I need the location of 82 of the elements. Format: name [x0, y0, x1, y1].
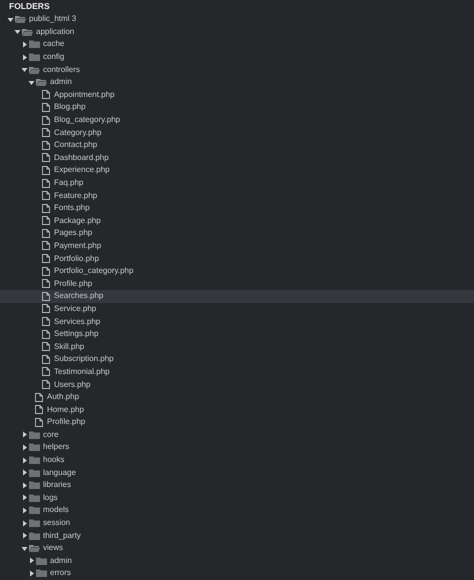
- sidebar-title: FOLDERS: [8, 0, 50, 12]
- folder-name: third_party: [43, 530, 81, 541]
- file-name: Dashboard.php: [54, 152, 109, 163]
- file-name: Appointment.php: [54, 90, 114, 100]
- folder-name: cache: [43, 39, 64, 50]
- file-name: Portfolio.php: [54, 254, 99, 264]
- file-icon: [35, 418, 43, 427]
- file-name: Contact.php: [54, 140, 98, 150]
- file-name: Profile.php: [54, 278, 92, 289]
- file-name: Category.php: [54, 128, 102, 138]
- file-name: Payment.php: [54, 240, 102, 251]
- file-icon: [42, 166, 50, 175]
- file-name: Service.php: [54, 304, 96, 314]
- tree-row[interactable]: Service.php: [0, 302, 474, 316]
- file-name: Faq.php: [54, 178, 84, 188]
- folder-name: logs: [43, 492, 58, 503]
- file-name: Profile.php: [47, 417, 86, 428]
- file-icon: [42, 102, 50, 112]
- folder-name: controllers: [43, 64, 80, 75]
- file-icon: [42, 330, 50, 339]
- file-icon: [42, 254, 50, 264]
- file-name: Package.php: [54, 216, 101, 226]
- file-icon: [42, 178, 50, 188]
- file-icon: [42, 266, 50, 276]
- file-icon: [42, 191, 50, 200]
- folder-name: session: [43, 518, 70, 528]
- tree-row[interactable]: Searches.php: [0, 290, 474, 303]
- file-icon: [35, 392, 43, 402]
- folder-name: errors: [50, 568, 71, 578]
- file-icon: [42, 317, 50, 326]
- file-name: Home.php: [47, 404, 84, 415]
- file-icon: [42, 116, 50, 125]
- file-name: Skill.php: [54, 342, 84, 352]
- file-name: Services.php: [54, 316, 100, 327]
- file-name: Portfolio_category.php: [54, 266, 134, 276]
- file-icon: [35, 405, 43, 414]
- open-folder-icon: [22, 28, 33, 36]
- file-name: Blog.php: [54, 102, 86, 112]
- open-folder-icon: [29, 544, 40, 552]
- file-icon: [42, 292, 50, 301]
- file-name: Feature.php: [54, 190, 98, 201]
- file-icon: [42, 140, 50, 150]
- folder-name: public_html 3: [29, 14, 76, 24]
- file-name: Settings.php: [54, 329, 98, 340]
- file-name: Auth.php: [47, 392, 80, 402]
- file-name: Blog_category.php: [54, 115, 120, 126]
- file-icon: [42, 153, 50, 162]
- file-icon: [42, 380, 50, 390]
- file-icon: [42, 90, 50, 100]
- folder-name: application: [36, 26, 74, 37]
- folder-name: hooks: [43, 455, 64, 466]
- file-name: Experience.php: [54, 165, 110, 176]
- folder-name: admin: [50, 556, 72, 566]
- file-icon: [42, 367, 50, 376]
- folder-name: models: [43, 505, 69, 516]
- folder-name: helpers: [43, 442, 70, 452]
- open-folder-icon: [15, 15, 26, 24]
- folder-name: libraries: [43, 480, 72, 490]
- folder-name: config: [43, 52, 64, 62]
- file-name: Users.php: [54, 380, 90, 390]
- file-name: Pages.php: [54, 228, 92, 238]
- folder-name: core: [43, 430, 59, 440]
- file-icon: [42, 279, 50, 288]
- folder-name: admin: [50, 77, 72, 88]
- caret-down-icon: [21, 544, 28, 552]
- file-name: Fonts.php: [54, 203, 90, 214]
- file-icon: [42, 128, 50, 138]
- file-icon: [42, 216, 50, 226]
- file-icon: [42, 342, 50, 352]
- open-folder-icon: [29, 66, 40, 74]
- folder-name: language: [43, 468, 76, 478]
- file-name: Searches.php: [54, 291, 104, 302]
- file-icon: [42, 304, 50, 314]
- file-icon: [42, 241, 50, 250]
- file-icon: [42, 354, 50, 364]
- file-icon: [42, 204, 50, 213]
- file-name: Subscription.php: [54, 354, 114, 364]
- file-name: Testimonial.php: [54, 366, 110, 377]
- open-folder-icon: [36, 78, 47, 86]
- folder-name: views: [43, 543, 64, 554]
- folder-icon: [29, 481, 40, 490]
- file-icon: [42, 228, 50, 238]
